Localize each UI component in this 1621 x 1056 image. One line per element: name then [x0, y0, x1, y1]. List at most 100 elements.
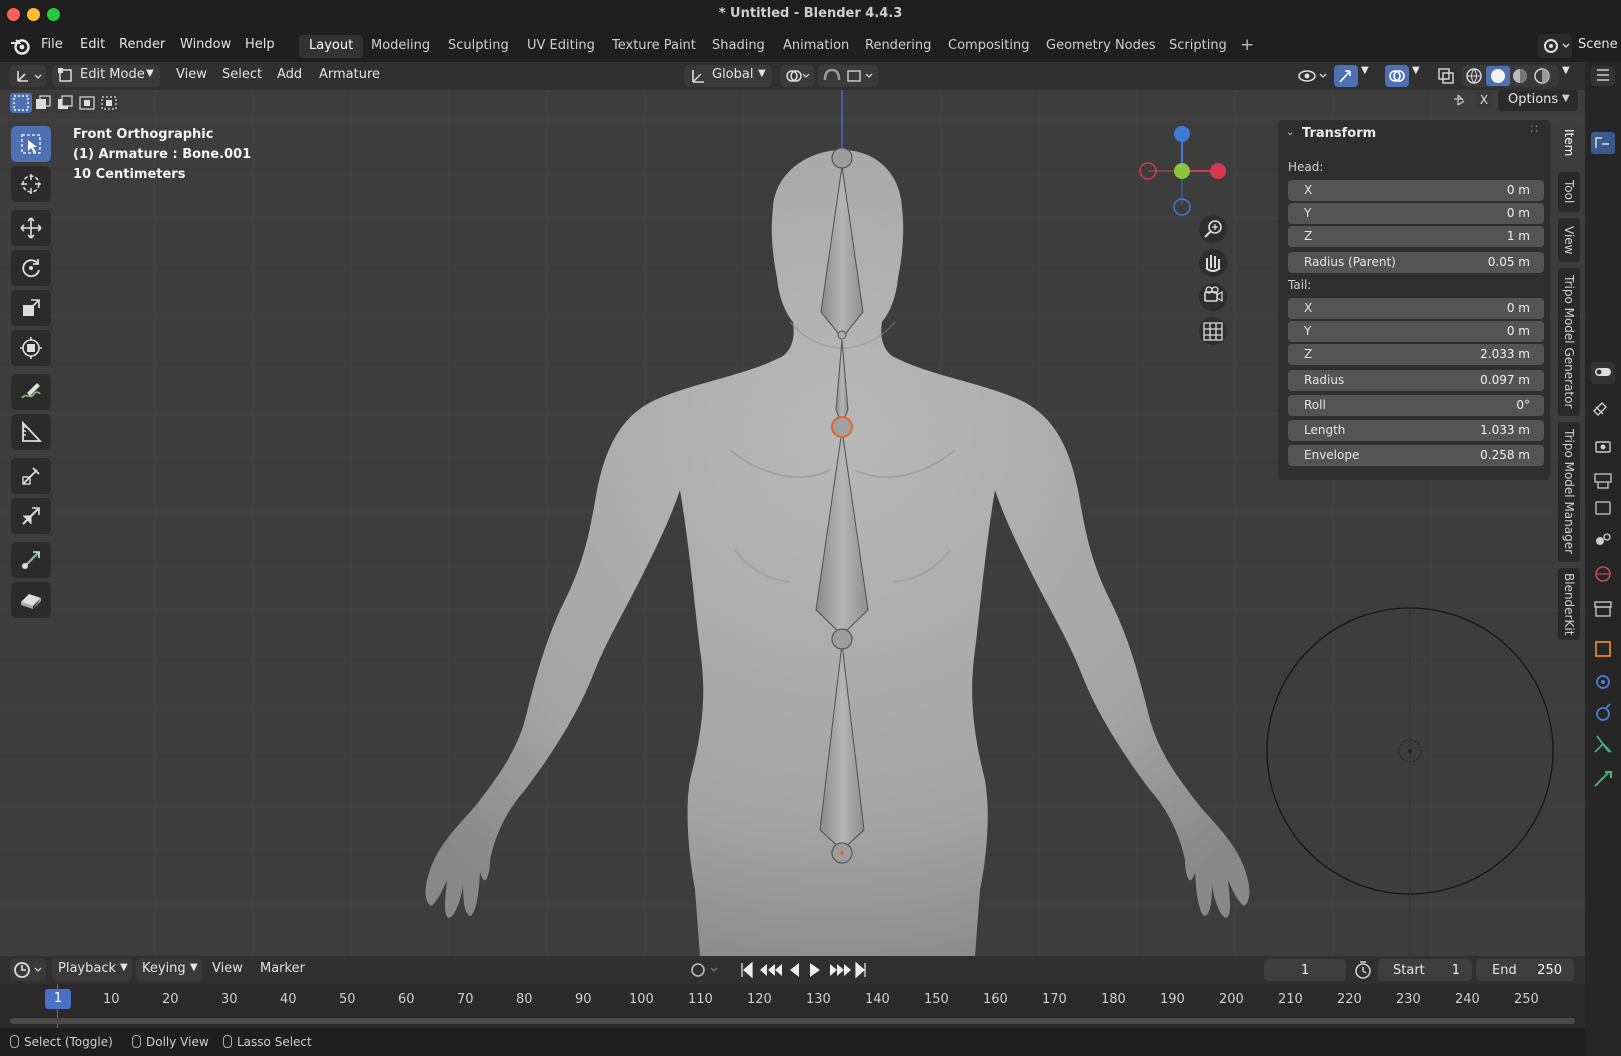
- tab-sculpting[interactable]: Sculpting: [438, 35, 519, 58]
- menu-armature[interactable]: Armature: [319, 67, 380, 82]
- bone-joint[interactable]: [837, 330, 847, 340]
- tool-select-box[interactable]: [11, 126, 51, 162]
- tool-cursor[interactable]: [11, 166, 51, 202]
- head-radius-field[interactable]: Radius (Parent) 0.05 m: [1288, 252, 1544, 273]
- tab-compositing[interactable]: Compositing: [938, 35, 1040, 58]
- tool-scale[interactable]: [11, 290, 51, 326]
- collapse-chevron-icon[interactable]: ⌄: [1286, 127, 1294, 138]
- overlays-toggle-button[interactable]: [1385, 65, 1409, 87]
- chevron-down-icon[interactable]: ▼: [1412, 65, 1420, 76]
- keying-menu[interactable]: Keying ▼: [136, 959, 202, 981]
- tool-measure[interactable]: [11, 414, 51, 450]
- tab-uv-editing[interactable]: UV Editing: [517, 35, 605, 58]
- pivot-point-button[interactable]: [780, 65, 814, 87]
- shading-icons[interactable]: [1462, 65, 1558, 87]
- head-x-field[interactable]: X 0 m: [1288, 180, 1544, 201]
- chevron-down-icon[interactable]: ▼: [1361, 65, 1369, 76]
- selected-bone-joint[interactable]: [831, 416, 853, 438]
- bone-joint[interactable]: [831, 628, 853, 650]
- drag-handle-icon[interactable]: ∷: [1530, 122, 1538, 136]
- tail-y-field[interactable]: Y 0 m: [1288, 321, 1544, 342]
- head-y-field[interactable]: Y 0 m: [1288, 203, 1544, 224]
- start-frame-field[interactable]: Start 1: [1378, 959, 1472, 981]
- timeline-editor: Playback ▼ Keying ▼ View Marker 1 Start …: [0, 956, 1585, 1028]
- menu-file[interactable]: File: [41, 37, 63, 52]
- transform-icon: [20, 337, 42, 359]
- chevron-down-icon[interactable]: ▼: [1562, 65, 1570, 76]
- tab-tool[interactable]: Tool: [1558, 172, 1580, 212]
- menu-select[interactable]: Select: [222, 67, 262, 82]
- tool-move[interactable]: [11, 210, 51, 246]
- menu-render[interactable]: Render: [119, 37, 165, 52]
- current-frame-field[interactable]: 1: [1264, 959, 1346, 981]
- scene-selector-button[interactable]: [1538, 34, 1572, 58]
- tab-animation[interactable]: Animation: [773, 35, 859, 58]
- timeline-scrollbar[interactable]: [10, 1018, 1575, 1024]
- envelope-field[interactable]: Envelope 0.258 m: [1288, 445, 1544, 466]
- xray-toggle-button[interactable]: [1434, 65, 1458, 87]
- editor-type-button[interactable]: [10, 65, 46, 87]
- playback-controls[interactable]: [738, 959, 868, 981]
- playhead-frame[interactable]: 1: [45, 989, 71, 1009]
- add-workspace-icon[interactable]: +: [1240, 35, 1254, 55]
- tab-scripting[interactable]: Scripting: [1159, 35, 1237, 58]
- auto-keying-button[interactable]: [686, 959, 726, 981]
- end-frame-field[interactable]: End 250: [1476, 959, 1574, 981]
- navigation-gizmo[interactable]: [1139, 126, 1226, 216]
- properties-tab-icons[interactable]: [1585, 62, 1621, 1056]
- tool-extrude[interactable]: [11, 542, 51, 578]
- blender-logo-icon[interactable]: [10, 37, 30, 55]
- mirror-x-toggle[interactable]: X: [1476, 90, 1492, 110]
- playback-menu[interactable]: Playback ▼: [52, 959, 132, 981]
- tool-annotate[interactable]: [11, 374, 51, 410]
- tab-item[interactable]: Item: [1558, 120, 1580, 166]
- tab-texture-paint[interactable]: Texture Paint: [602, 35, 706, 58]
- tool-bone-size[interactable]: [11, 498, 51, 534]
- menu-view[interactable]: View: [176, 67, 207, 82]
- menu-add[interactable]: Add: [277, 67, 302, 82]
- tab-tripo-model-generator[interactable]: Tripo Model Generator: [1558, 268, 1580, 416]
- select-box-icon: [13, 95, 29, 111]
- snapping-button[interactable]: [818, 65, 878, 87]
- tool-roll[interactable]: [11, 458, 51, 494]
- menu-window[interactable]: Window: [180, 37, 231, 52]
- select-intersect-mode-button[interactable]: [98, 93, 120, 113]
- timeline-menu-marker[interactable]: Marker: [260, 961, 305, 976]
- timeline-menu-view[interactable]: View: [212, 961, 243, 976]
- menu-help[interactable]: Help: [245, 37, 275, 52]
- tab-blenderkit[interactable]: BlenderKit: [1558, 568, 1580, 640]
- options-dropdown[interactable]: Options ▼: [1498, 90, 1578, 111]
- tail-z-field[interactable]: Z 2.033 m: [1288, 344, 1544, 365]
- gizmo-toggle-button[interactable]: [1334, 65, 1358, 87]
- ruler-tick: 180: [1101, 992, 1126, 1007]
- tail-radius-field[interactable]: Radius 0.097 m: [1288, 370, 1544, 391]
- field-value: 0 m: [1506, 206, 1530, 220]
- tab-geometry-nodes[interactable]: Geometry Nodes: [1036, 35, 1166, 58]
- tab-shading[interactable]: Shading: [702, 35, 775, 58]
- head-z-field[interactable]: Z 1 m: [1288, 226, 1544, 247]
- tool-transform[interactable]: [11, 330, 51, 366]
- tab-view[interactable]: View: [1558, 218, 1580, 262]
- mode-selector[interactable]: Edit Mode ▼: [52, 65, 160, 87]
- select-extend-mode-button[interactable]: [32, 93, 54, 113]
- select-new-mode-button[interactable]: [10, 93, 32, 113]
- roll-field[interactable]: Roll 0°: [1288, 395, 1544, 416]
- menu-edit[interactable]: Edit: [80, 37, 105, 52]
- visibility-button[interactable]: [1294, 65, 1334, 87]
- tab-tripo-model-manager[interactable]: Tripo Model Manager: [1558, 422, 1580, 562]
- length-field[interactable]: Length 1.033 m: [1288, 420, 1544, 441]
- bone-joint[interactable]: [831, 147, 853, 169]
- tab-modeling[interactable]: Modeling: [361, 35, 440, 58]
- tool-shear[interactable]: [11, 582, 51, 618]
- field-value: 0 m: [1506, 183, 1530, 197]
- tool-rotate[interactable]: [11, 250, 51, 286]
- select-invert-mode-button[interactable]: [76, 93, 98, 113]
- select-subtract-mode-button[interactable]: [54, 93, 76, 113]
- tab-layout[interactable]: Layout: [299, 35, 364, 58]
- tail-x-field[interactable]: X 0 m: [1288, 298, 1544, 319]
- transform-orientation-selector[interactable]: Global ▼: [684, 65, 772, 87]
- scene-name[interactable]: Scene: [1578, 37, 1618, 52]
- timeline-editor-type-button[interactable]: [10, 959, 46, 981]
- stopwatch-icon[interactable]: [1352, 959, 1374, 981]
- tab-rendering[interactable]: Rendering: [855, 35, 941, 58]
